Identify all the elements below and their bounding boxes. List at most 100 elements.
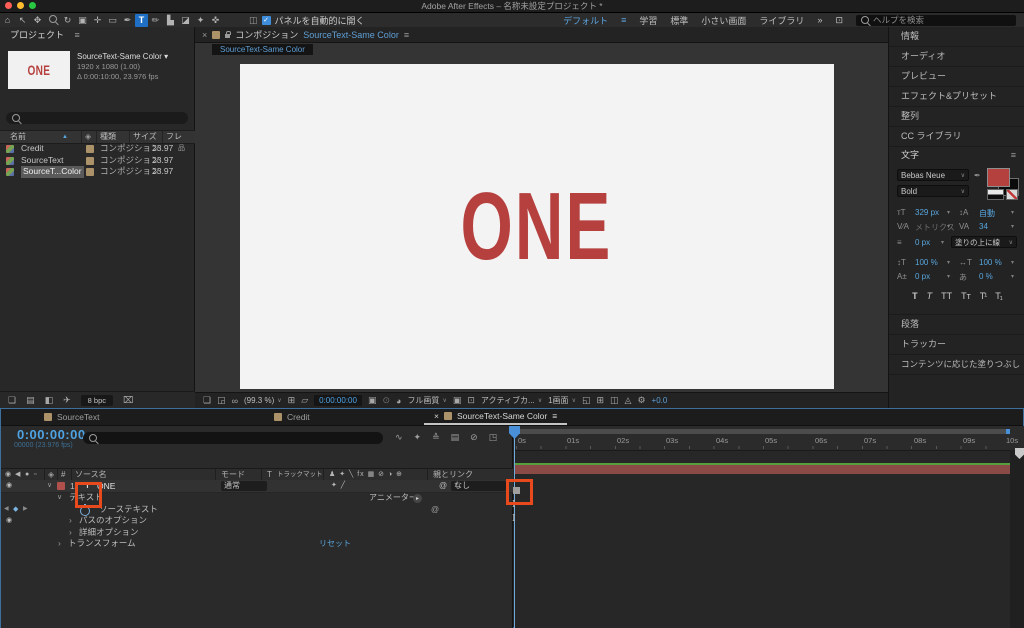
tracking-value[interactable]: 34 <box>979 222 988 231</box>
item-name[interactable]: Credit <box>21 143 44 155</box>
vertical-scale-value[interactable]: 100 % <box>915 258 938 267</box>
preview-timecode[interactable]: 0:00:00:00 <box>314 395 362 406</box>
magnification-value[interactable]: (99.3 %) <box>244 396 274 405</box>
font-style-value[interactable]: Bold <box>901 187 917 196</box>
triangle-icon[interactable]: ▾ <box>941 239 944 246</box>
sort-ascending-icon[interactable]: ▲ <box>62 131 68 143</box>
resolution-value[interactable]: フル画質 <box>407 395 439 406</box>
character-panel-header[interactable]: 文字 ≡ <box>889 147 1024 164</box>
timeline-search-input[interactable] <box>83 432 383 444</box>
tsume-value[interactable]: 0 % <box>979 272 993 281</box>
eye-icon[interactable]: ◉ <box>6 515 12 527</box>
workspace-menu-icon[interactable]: ≡ <box>621 15 626 25</box>
panel-menu-icon[interactable]: ≡ <box>552 411 557 421</box>
home-icon[interactable]: ⌂ <box>0 14 15 27</box>
workspace-overflow-icon[interactable]: » <box>817 15 822 25</box>
time-ruler[interactable]: 0s 01s 02s 03s 04s 05s 06s 07s 08s 09s 1… <box>514 426 1024 451</box>
eraser-tool-icon[interactable]: ◪ <box>178 14 193 27</box>
path-options-label[interactable]: パスのオプション <box>79 515 147 527</box>
faux-italic-button[interactable]: T <box>927 291 933 301</box>
next-keyframe-icon[interactable]: ▶ <box>23 504 28 516</box>
magnification-dropdown[interactable]: (99.3 %) ∨ <box>244 396 282 405</box>
path-options-row[interactable]: ◉ › パスのオプション <box>1 515 513 527</box>
parent-dropdown[interactable]: なし ∨ <box>451 481 506 491</box>
workspace-default[interactable]: デフォルト <box>563 14 608 27</box>
item-name-selected[interactable]: SourceT...Color <box>21 166 84 178</box>
panel-preview[interactable]: プレビュー <box>889 67 1024 87</box>
workspace-learn[interactable]: 学習 <box>639 14 657 27</box>
twirl-closed-icon[interactable]: › <box>69 515 72 527</box>
view-layout-value[interactable]: 1画面 <box>548 395 568 406</box>
tab-label[interactable]: Credit <box>287 412 310 422</box>
primary-viewer-icon[interactable]: ◲ <box>217 395 226 406</box>
viewer-tab[interactable]: × コンポジション SourceText-Same Color ≡ <box>195 27 888 43</box>
new-composition-icon[interactable]: ◧ <box>45 395 54 406</box>
triangle-icon[interactable]: ▾ <box>1011 259 1014 266</box>
stroke-width-value[interactable]: 0 px <box>915 238 930 247</box>
label-color-swatch[interactable] <box>86 168 94 176</box>
project-row-sourcetext[interactable]: SourceText コンポジション 23.97 <box>0 155 195 167</box>
project-tab-label[interactable]: プロジェクト <box>10 30 64 40</box>
reset-button[interactable]: リセット <box>319 538 351 550</box>
project-panel-header[interactable]: プロジェクト ≡ <box>0 27 194 43</box>
workspace-libraries[interactable]: ライブラリ <box>759 14 804 27</box>
exposure-value[interactable]: +0.0 <box>652 396 668 405</box>
horizontal-scale-value[interactable]: 100 % <box>979 258 1002 267</box>
pickwhip-icon[interactable]: @ <box>439 480 447 492</box>
composition-canvas[interactable]: ONE <box>240 64 834 389</box>
baseline-shift-value[interactable]: 0 px <box>915 272 930 281</box>
item-name[interactable]: SourceText <box>21 155 64 167</box>
grid-guides-icon[interactable]: ⊞ <box>288 395 296 406</box>
brush-tool-icon[interactable]: ✏ <box>148 14 163 27</box>
auto-open-panels[interactable]: ◫ ✓ パネルを自動的に開く <box>249 14 365 27</box>
channels-icon[interactable]: ◕ <box>396 396 401 406</box>
resolution-dropdown[interactable]: フル画質 ∨ <box>407 395 446 406</box>
canvas-text[interactable]: ONE <box>461 178 613 275</box>
selection-tool-icon[interactable]: ↖ <box>15 14 30 27</box>
tab-label[interactable]: SourceText <box>57 412 100 422</box>
camera-dropdown[interactable]: アクティブカ... ∨ <box>481 395 542 406</box>
panel-paragraph[interactable]: 段落 <box>889 315 1024 335</box>
font-family-value[interactable]: Bebas Neue <box>901 171 945 180</box>
stroke-style-dropdown[interactable]: 塗りの上に線 ∨ <box>951 236 1017 248</box>
panel-menu-icon[interactable]: ≡ <box>75 30 80 40</box>
type-tool-icon[interactable]: T <box>135 13 148 27</box>
font-style-dropdown[interactable]: Bold ∨ <box>897 185 969 197</box>
all-caps-button[interactable]: TT <box>941 291 952 301</box>
panel-align[interactable]: 整列 <box>889 107 1024 127</box>
project-row-credit[interactable]: Credit コンポジション 23.97 品 <box>0 143 195 155</box>
no-color-swatch[interactable] <box>1006 189 1018 200</box>
eye-icon[interactable]: ◉ <box>6 480 12 492</box>
subscript-button[interactable]: T₁ <box>995 291 1002 301</box>
layer-label-swatch[interactable] <box>57 482 65 490</box>
triangle-icon[interactable]: ▾ <box>947 223 950 230</box>
pan-behind-tool-icon[interactable]: ✛ <box>90 14 105 27</box>
viewer-tab-comp-name[interactable]: SourceText-Same Color <box>303 30 399 40</box>
column-size[interactable]: サイズ <box>133 131 157 143</box>
timeline-tab-credit[interactable]: Credit <box>264 409 424 425</box>
roto-brush-tool-icon[interactable]: ✦ <box>193 14 208 27</box>
column-frame-rate[interactable]: フレ <box>166 131 182 143</box>
hide-shy-layers-icon[interactable]: ≙ <box>432 432 440 443</box>
current-timecode[interactable]: 0:00:00:00 <box>17 427 86 442</box>
viewer-tab-label[interactable]: コンポジション <box>235 28 298 41</box>
twirl-closed-icon[interactable]: › <box>58 538 61 550</box>
more-options-row[interactable]: › 詳細オプション <box>1 527 513 539</box>
label-color-swatch[interactable] <box>86 156 94 165</box>
shape-tool-icon[interactable]: ▭ <box>105 14 120 27</box>
fill-over-stroke-icon[interactable] <box>987 189 1004 200</box>
region-of-interest-icon[interactable]: ▣ <box>453 395 462 406</box>
trash-icon[interactable]: ⌧ <box>123 395 133 406</box>
source-text-label[interactable]: ソーステキスト <box>99 504 158 516</box>
animator-add-button[interactable]: ▸ <box>413 493 422 503</box>
font-size-value[interactable]: 329 px <box>915 208 939 217</box>
panel-info[interactable]: 情報 <box>889 27 1024 47</box>
layer-switches[interactable]: ✦ ╱ <box>331 480 346 492</box>
hand-tool-icon[interactable]: ✥ <box>30 14 45 27</box>
mini-flowchart-icon[interactable]: ∞ <box>232 396 238 406</box>
eyedropper-icon[interactable]: ✒ <box>974 171 981 180</box>
rotation-tool-icon[interactable]: ↻ <box>60 14 75 27</box>
panel-menu-icon[interactable]: ≡ <box>1011 147 1016 164</box>
transform-label[interactable]: トランスフォーム <box>68 538 136 550</box>
work-area-bar[interactable] <box>516 429 1010 434</box>
